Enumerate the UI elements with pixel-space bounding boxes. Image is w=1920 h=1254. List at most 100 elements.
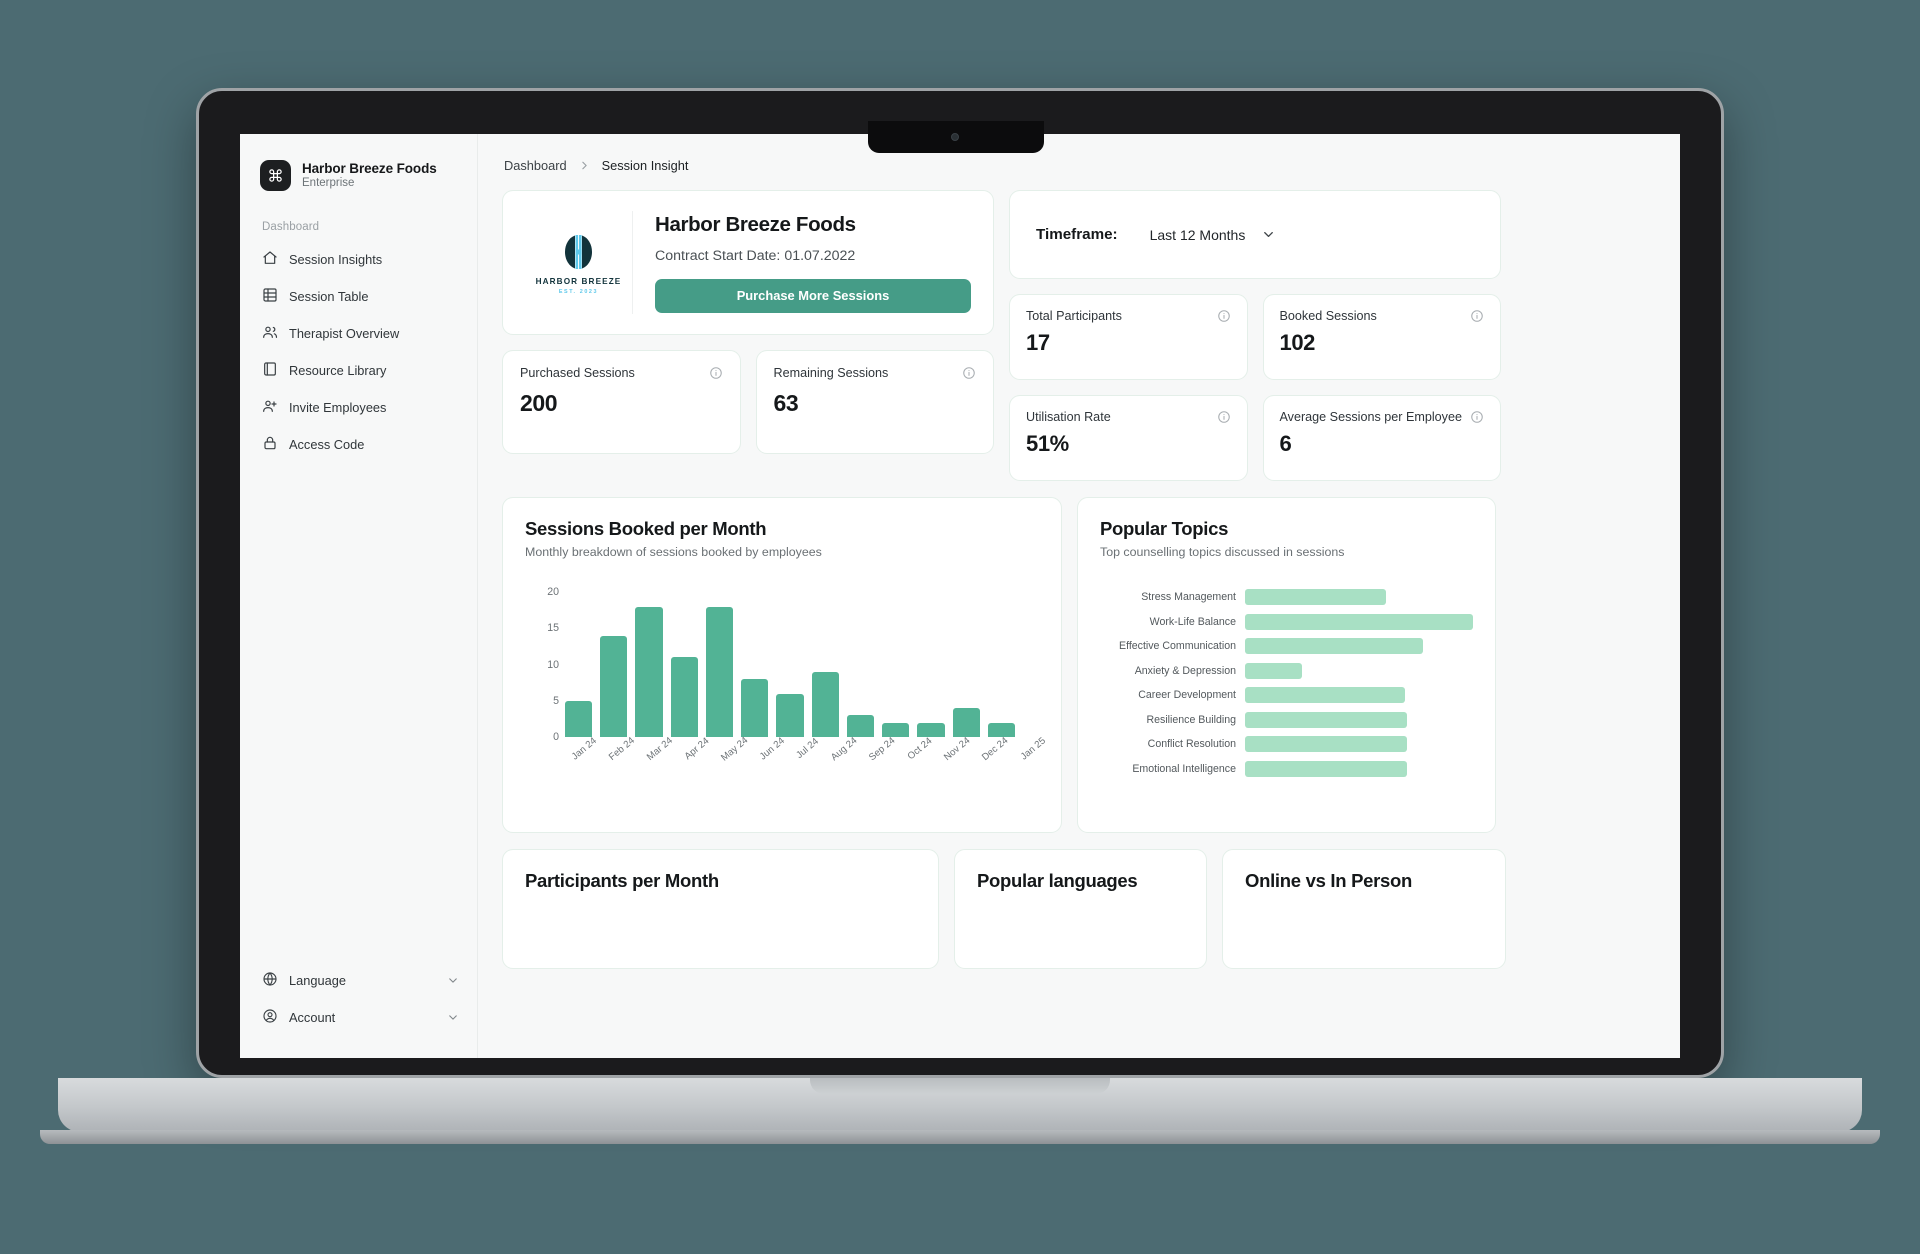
topics-bar-chart: Stress Management Work-Life Balance Effect…: [1100, 589, 1473, 777]
bar[interactable]: [917, 722, 945, 737]
stat-head: Remaining Sessions: [774, 366, 977, 380]
topic-label: Stress Management: [1141, 591, 1236, 603]
x-axis-labels: Jan 24 Feb 24 Mar 24 Apr 24 May 24 Jun 24 Jul …: [565, 735, 1048, 764]
info-icon[interactable]: [1470, 309, 1484, 323]
right-column: Timeframe: Last 12 Months Total Particip…: [1009, 190, 1501, 481]
x-axis-tick-label: Apr 24: [682, 735, 711, 763]
stat-head: Average Sessions per Employee: [1280, 410, 1485, 424]
bar[interactable]: [741, 679, 769, 737]
info-icon[interactable]: [1217, 309, 1231, 323]
info-icon[interactable]: [1470, 410, 1484, 424]
topic-bar[interactable]: [1245, 613, 1473, 630]
topic-row: Anxiety & Depression: [1100, 662, 1473, 679]
topic-bar-track: [1245, 760, 1473, 777]
stat-value: 102: [1279, 330, 1316, 355]
chart-subtitle: Top counselling topics discussed in sess…: [1100, 545, 1345, 559]
info-icon[interactable]: [962, 366, 976, 380]
stat-card-booked-sessions: Booked Sessions 102: [1262, 294, 1501, 380]
lock-icon: [262, 435, 278, 454]
breadcrumb-current[interactable]: Session Insight: [602, 158, 689, 173]
chevron-down-icon: [445, 1011, 461, 1024]
brand-plan: Enterprise: [302, 177, 355, 190]
stat-value: 6: [1279, 431, 1292, 456]
topic-bar[interactable]: [1245, 662, 1302, 679]
sidebar-item-label: Access Code: [289, 437, 365, 452]
book-icon: [262, 361, 278, 380]
logo-wordmark: HARBOR BREEZE: [535, 277, 622, 286]
sidebar-item-access-code[interactable]: Access Code: [240, 426, 477, 463]
stat-head: Utilisation Rate: [1026, 410, 1231, 424]
topic-bar[interactable]: [1245, 711, 1407, 728]
topic-bar[interactable]: [1245, 687, 1405, 703]
bar[interactable]: [987, 722, 1016, 737]
bar[interactable]: [565, 700, 593, 737]
sidebar-bottom: Language Account: [240, 962, 477, 1042]
sidebar-item-invite-employees[interactable]: Invite Employees: [240, 389, 477, 426]
y-axis: 0 5 10 15 20: [525, 585, 559, 743]
main-content: Dashboard Session Insight HARBOR BREEZE …: [478, 134, 1680, 1058]
globe-icon: [262, 971, 278, 990]
sidebar-item-language[interactable]: Language: [240, 962, 477, 999]
logo-established: EST. 2023: [558, 289, 599, 295]
bar[interactable]: [600, 635, 628, 737]
brand-text: Harbor Breeze Foods Enterprise: [302, 161, 437, 190]
bar[interactable]: [635, 606, 663, 737]
topic-label: Resilience Building: [1146, 713, 1236, 726]
laptop-base: [58, 1078, 1862, 1132]
bar[interactable]: [705, 606, 734, 737]
stat-label: Total Participants: [1026, 309, 1122, 323]
topic-row: Emotional Intelligence: [1100, 760, 1473, 777]
stat-value: 63: [773, 390, 799, 416]
sidebar-item-resource-library[interactable]: Resource Library: [240, 352, 477, 389]
brand-block[interactable]: Harbor Breeze Foods Enterprise: [240, 160, 477, 191]
card-title: Participants per Month: [525, 870, 719, 891]
bar[interactable]: [670, 657, 698, 737]
y-axis-tick: 0: [553, 731, 559, 743]
sidebar-item-label: Session Insights: [289, 252, 383, 267]
bottom-row: Participants per Month Popular languages…: [502, 849, 1656, 969]
sidebar-item-therapist-overview[interactable]: Therapist Overview: [240, 315, 477, 352]
topic-label: Anxiety & Depression: [1134, 664, 1236, 677]
sidebar-item-label: Account: [289, 1010, 336, 1025]
topic-bar[interactable]: [1245, 589, 1387, 605]
sidebar-item-account[interactable]: Account: [240, 999, 477, 1036]
breadcrumb-root[interactable]: Dashboard: [504, 158, 567, 173]
table-icon: [262, 287, 278, 306]
bar[interactable]: [776, 693, 804, 737]
x-axis-tick-label: Jan 25: [1018, 735, 1048, 763]
timeframe-select[interactable]: Last 12 Months: [1150, 227, 1277, 243]
stat-card-purchased-sessions: Purchased Sessions 200: [502, 350, 741, 454]
command-icon: [260, 160, 291, 191]
purchase-more-sessions-button[interactable]: Purchase More Sessions: [655, 278, 971, 313]
info-icon[interactable]: [1217, 410, 1231, 424]
sessions-booked-chart-card: Sessions Booked per Month Monthly breakd…: [502, 497, 1062, 833]
y-axis-tick: 5: [553, 694, 559, 707]
timeframe-card: Timeframe: Last 12 Months: [1009, 190, 1501, 279]
topic-bar[interactable]: [1245, 638, 1423, 654]
info-icon[interactable]: [709, 366, 723, 380]
sidebar: Harbor Breeze Foods Enterprise Dashboard…: [240, 134, 478, 1058]
stat-head: Booked Sessions: [1280, 309, 1485, 323]
bar[interactable]: [846, 715, 875, 737]
stat-value: 17: [1026, 330, 1050, 355]
bar-plot-area: [565, 585, 1016, 737]
user-circle-icon: [262, 1008, 278, 1027]
camera-icon: [951, 133, 959, 141]
sidebar-item-session-table[interactable]: Session Table: [240, 278, 477, 315]
sidebar-item-session-insights[interactable]: Session Insights: [240, 241, 477, 278]
topic-bar[interactable]: [1245, 760, 1407, 777]
bar[interactable]: [952, 708, 980, 737]
popular-languages-card: Popular languages: [954, 849, 1207, 969]
stat-head: Purchased Sessions: [520, 366, 723, 380]
x-axis-tick-label: Jun 24: [758, 735, 788, 763]
topic-row: Stress Management: [1100, 589, 1473, 605]
sidebar-item-label: Invite Employees: [289, 400, 387, 415]
topic-bar-track: [1245, 589, 1473, 605]
x-axis-tick-label: Oct 24: [905, 735, 934, 763]
bar[interactable]: [882, 722, 910, 737]
bar[interactable]: [811, 671, 839, 737]
topic-bar-track: [1245, 687, 1473, 703]
topic-bar[interactable]: [1245, 736, 1407, 752]
screen: Harbor Breeze Foods Enterprise Dashboard…: [240, 134, 1680, 1058]
